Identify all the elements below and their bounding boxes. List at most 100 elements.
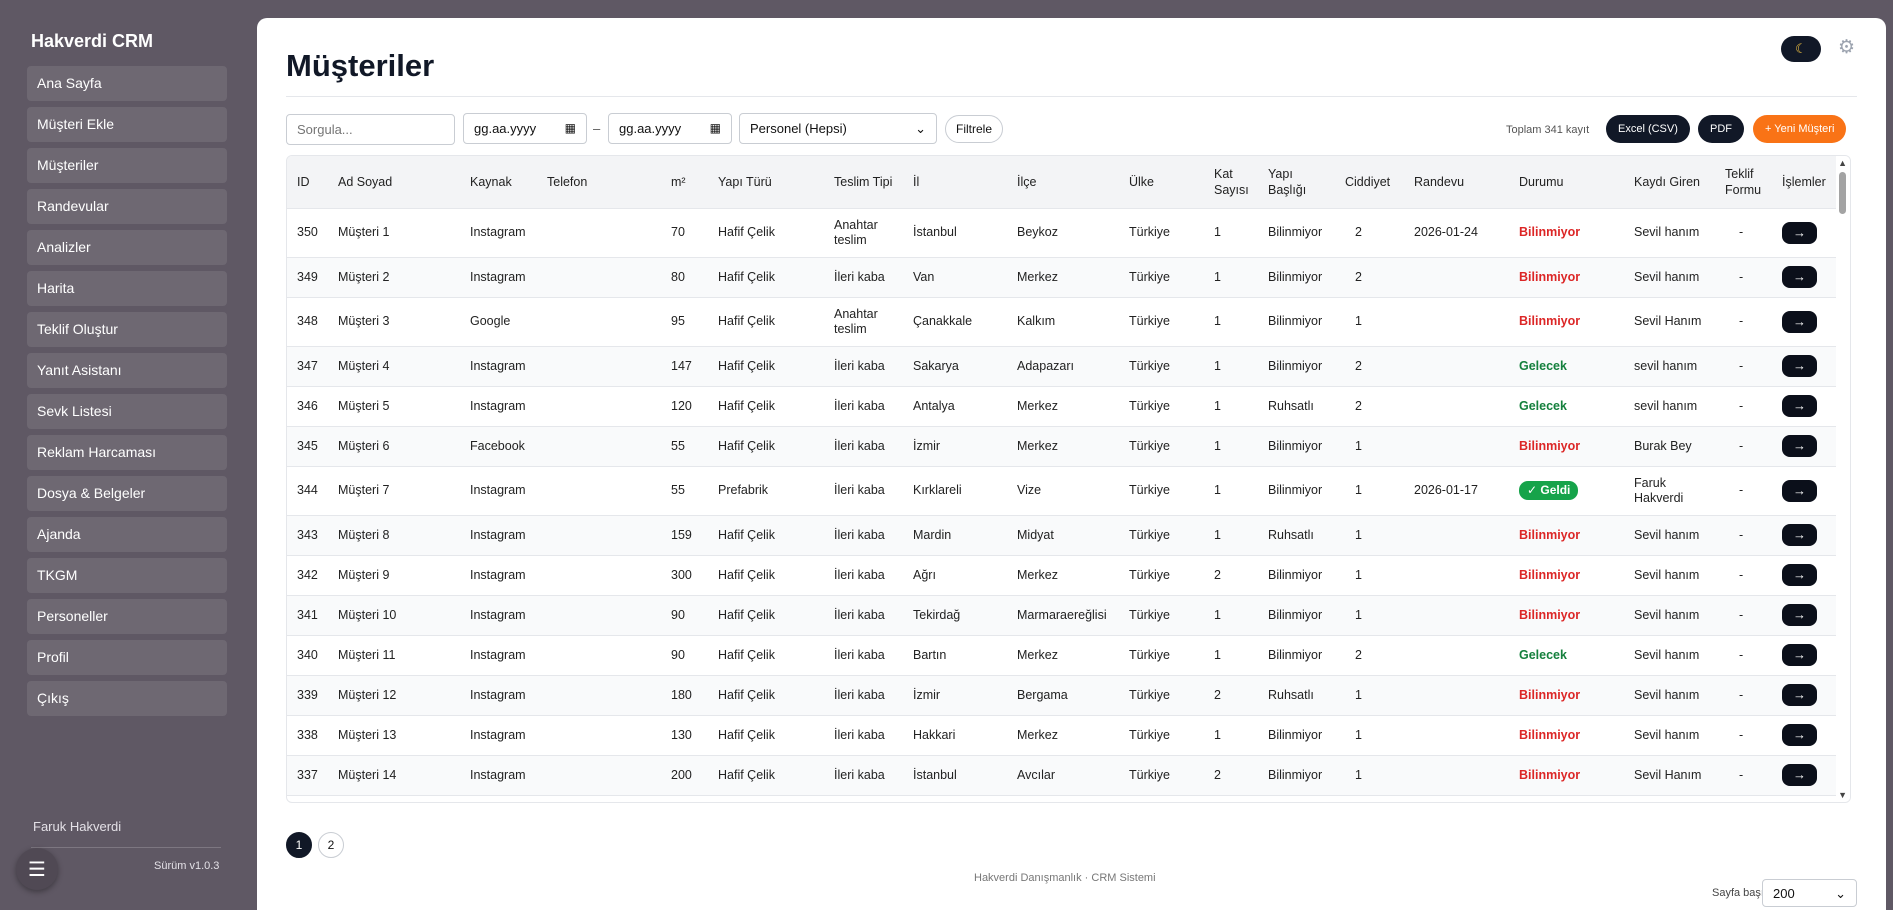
cell-city: İzmir <box>903 426 1007 467</box>
row-open-button[interactable]: → <box>1782 604 1817 626</box>
per-page-select[interactable]: 200 ⌄ <box>1762 879 1857 907</box>
table-row[interactable]: 338 Müşteri 13 Instagram 130 Hafif Çelik İler… <box>287 715 1839 756</box>
row-open-button[interactable]: → <box>1782 310 1817 333</box>
table-row[interactable]: 341 Müşteri 10 Instagram 90 Hafif Çelik İleri… <box>287 595 1839 636</box>
new-customer-button[interactable]: + Yeni Müşteri <box>1753 115 1847 143</box>
table-row[interactable]: 347 Müşteri 4 Instagram 147 Hafif Çelik İleri… <box>287 346 1839 387</box>
pagination-page-2[interactable]: 2 <box>318 832 344 858</box>
pagination-page-1[interactable]: 1 <box>286 832 312 858</box>
sidebar-item-9[interactable]: Reklam Harcaması <box>27 435 227 470</box>
table-row[interactable]: 343 Müşteri 8 Instagram 159 Hafif Çelik İleri… <box>287 515 1839 556</box>
column-header[interactable]: Randevu <box>1404 156 1509 209</box>
scrollbar-thumb[interactable] <box>1839 172 1846 214</box>
cell-action: → <box>1772 755 1839 796</box>
filter-button[interactable]: Filtrele <box>945 115 1004 143</box>
scroll-down-icon[interactable]: ▼ <box>1838 790 1847 800</box>
column-header[interactable]: Kaydı Giren <box>1624 156 1715 209</box>
table-row[interactable]: 340 Müşteri 11 Instagram 90 Hafif Çelik İleri… <box>287 635 1839 676</box>
sidebar-item-4[interactable]: Analizler <box>27 230 227 265</box>
row-open-button[interactable]: → <box>1782 395 1817 417</box>
gear-icon[interactable]: ⚙ <box>1838 36 1855 59</box>
cell-status: Bilinmiyor <box>1509 715 1624 756</box>
sidebar-item-0[interactable]: Ana Sayfa <box>27 66 227 101</box>
sidebar-item-12[interactable]: TKGM <box>27 558 227 593</box>
column-header[interactable]: Ad Soyad <box>328 156 460 209</box>
row-open-button[interactable]: → <box>1782 435 1817 457</box>
table-row[interactable]: 339 Müşteri 12 Instagram 180 Hafif Çelik İler… <box>287 675 1839 716</box>
hamburger-menu-button[interactable]: ☰ <box>16 848 58 890</box>
column-header[interactable]: İlçe <box>1007 156 1119 209</box>
date-from-input[interactable]: gg.aa.yyyy ▦ <box>463 113 587 144</box>
sidebar-item-2[interactable]: Müşteriler <box>27 148 227 183</box>
sidebar-item-14[interactable]: Profil <box>27 640 227 675</box>
table-row[interactable]: 349 Müşteri 2 Instagram 80 Hafif Çelik İleri … <box>287 257 1839 298</box>
theme-toggle-button[interactable]: ☾ <box>1781 36 1821 62</box>
cell-entered-by: Sevil hanım <box>1624 515 1715 556</box>
column-header[interactable]: Kat Sayısı <box>1204 156 1258 209</box>
row-open-button[interactable]: → <box>1782 221 1817 244</box>
row-open-button[interactable]: → <box>1782 684 1817 706</box>
calendar-icon[interactable]: ▦ <box>710 114 721 143</box>
sidebar-item-5[interactable]: Harita <box>27 271 227 306</box>
export-excel-button[interactable]: Excel (CSV) <box>1606 115 1690 143</box>
sidebar-item-11[interactable]: Ajanda <box>27 517 227 552</box>
column-header[interactable]: Yapı Türü <box>708 156 824 209</box>
cell-entered-by: Sevil hanım <box>1624 675 1715 716</box>
row-open-button[interactable]: → <box>1782 724 1817 746</box>
column-header[interactable]: Teslim Tipi <box>824 156 903 209</box>
cell-appointment <box>1404 426 1509 467</box>
sidebar-item-10[interactable]: Dosya & Belgeler <box>27 476 227 511</box>
row-open-button[interactable]: → <box>1782 644 1817 666</box>
table-row[interactable]: 344 Müşteri 7 Instagram 55 Prefabrik İleri ka… <box>287 466 1839 516</box>
cell-status: Bilinmiyor <box>1509 595 1624 636</box>
row-open-button[interactable]: → <box>1782 524 1817 546</box>
row-open-button[interactable]: → <box>1782 266 1817 288</box>
table-row[interactable]: 337 Müşteri 14 Instagram 200 Hafif Çelik İler… <box>287 755 1839 796</box>
hamburger-icon: ☰ <box>28 858 46 881</box>
cell-entered-by: sevil hanım <box>1624 346 1715 387</box>
table-row[interactable]: 350 Müşteri 1 Instagram 70 Hafif Çelik Anahta… <box>287 208 1839 258</box>
cell-floors: 1 <box>1204 257 1258 298</box>
personnel-select[interactable]: Personel (Hepsi) ⌄ <box>739 113 937 144</box>
column-header[interactable]: Ülke <box>1119 156 1204 209</box>
export-pdf-button[interactable]: PDF <box>1698 115 1744 143</box>
sidebar-item-8[interactable]: Sevk Listesi <box>27 394 227 429</box>
cell-entered-by: Sevil hanım <box>1624 595 1715 636</box>
cell-permit: Ruhsatlı <box>1258 386 1335 427</box>
calendar-icon[interactable]: ▦ <box>565 114 576 143</box>
cell-phone <box>537 715 661 756</box>
column-header[interactable]: Telefon <box>537 156 661 209</box>
search-input[interactable] <box>286 114 455 145</box>
cell-offer: - <box>1715 515 1772 556</box>
table-scrollbar[interactable]: ▲ ▼ <box>1836 156 1850 802</box>
sidebar-item-1[interactable]: Müşteri Ekle <box>27 107 227 142</box>
date-to-input[interactable]: gg.aa.yyyy ▦ <box>608 113 732 144</box>
column-header[interactable]: m² <box>661 156 708 209</box>
column-header[interactable]: Teklif Formu <box>1715 156 1772 209</box>
column-header[interactable]: İl <box>903 156 1007 209</box>
row-open-button[interactable]: → <box>1782 564 1817 586</box>
scroll-up-icon[interactable]: ▲ <box>1838 158 1847 168</box>
row-open-button[interactable]: → <box>1782 355 1817 377</box>
cell-city: Tekirdağ <box>903 595 1007 636</box>
column-header[interactable]: Yapı Başlığı <box>1258 156 1335 209</box>
column-header[interactable]: Ciddiyet <box>1335 156 1404 209</box>
column-header[interactable]: Durumu <box>1509 156 1624 209</box>
table-row[interactable]: 348 Müşteri 3 Google 95 Hafif Çelik Anahtar t… <box>287 297 1839 347</box>
sidebar-item-7[interactable]: Yanıt Asistanı <box>27 353 227 388</box>
cell-delivery: İleri kaba <box>824 346 903 387</box>
cell-entered-by: Sevil Hanım <box>1624 297 1715 347</box>
cell-id: 341 <box>287 595 328 636</box>
row-open-button[interactable]: → <box>1782 764 1817 786</box>
column-header[interactable]: Kaynak <box>460 156 537 209</box>
sidebar-item-3[interactable]: Randevular <box>27 189 227 224</box>
table-row[interactable]: 345 Müşteri 6 Facebook 55 Hafif Çelik İleri k… <box>287 426 1839 467</box>
column-header[interactable]: İşlemler <box>1772 156 1839 209</box>
row-open-button[interactable]: → <box>1782 479 1817 502</box>
table-row[interactable]: 342 Müşteri 9 Instagram 300 Hafif Çelik İleri… <box>287 555 1839 596</box>
table-row[interactable]: 346 Müşteri 5 Instagram 120 Hafif Çelik İleri… <box>287 386 1839 427</box>
sidebar-item-13[interactable]: Personeller <box>27 599 227 634</box>
sidebar-item-15[interactable]: Çıkış <box>27 681 227 716</box>
sidebar-item-6[interactable]: Teklif Oluştur <box>27 312 227 347</box>
column-header[interactable]: ID <box>287 156 328 209</box>
